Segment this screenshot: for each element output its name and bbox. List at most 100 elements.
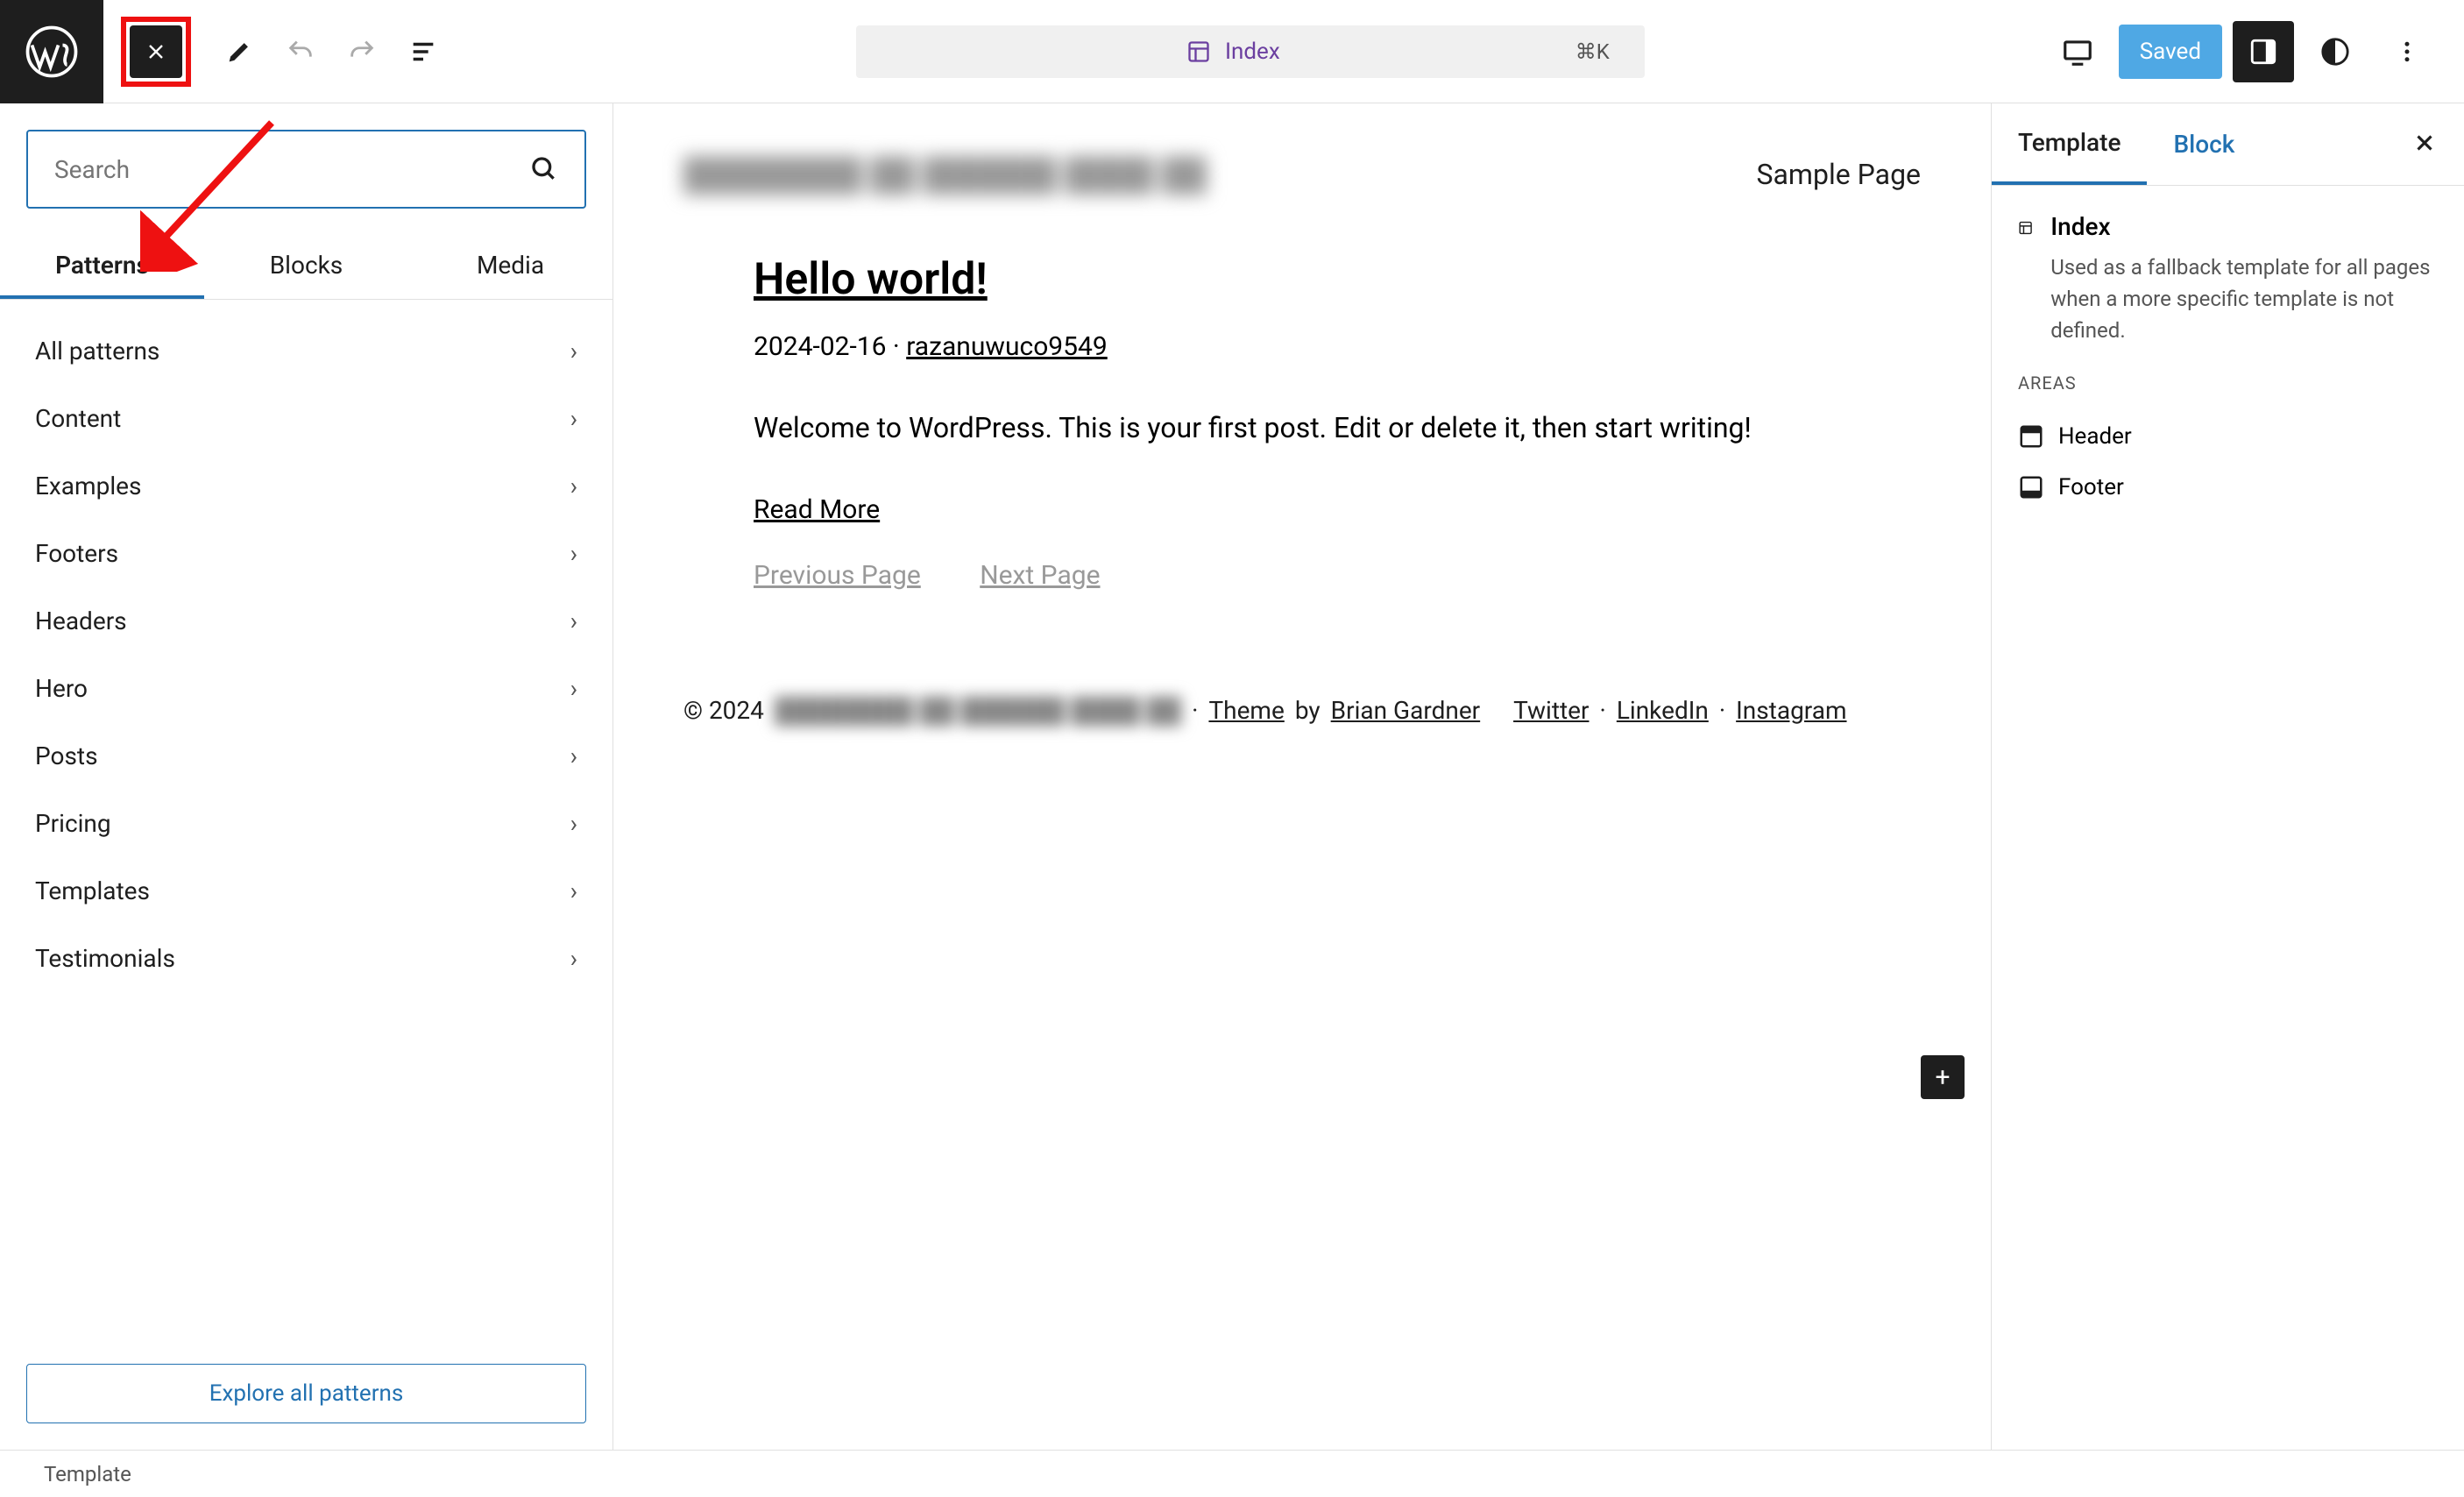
template-name: Index — [2050, 212, 2438, 241]
topbar-center: Index ⌘K — [454, 25, 2047, 78]
site-title-blurred: ████████ ██ ██████ ████ ██ — [683, 156, 1207, 193]
pagination: Previous Page Next Page — [754, 560, 1921, 591]
category-item[interactable]: Posts › — [26, 722, 586, 790]
post-meta: 2024-02-16 · razanuwuco9549 — [754, 331, 1921, 362]
category-label: Testimonials — [35, 944, 175, 973]
wordpress-logo[interactable] — [0, 0, 103, 103]
category-label: Posts — [35, 741, 98, 770]
read-more-link[interactable]: Read More — [754, 494, 880, 525]
canvas-header: ████████ ██ ██████ ████ ██ Sample Page — [683, 156, 1921, 193]
search-input[interactable] — [54, 155, 530, 184]
category-label: Content — [35, 404, 121, 433]
tab-block[interactable]: Block — [2147, 105, 2261, 183]
chevron-right-icon: › — [570, 674, 577, 703]
tab-media[interactable]: Media — [408, 235, 612, 299]
category-label: Pricing — [35, 809, 111, 838]
category-item[interactable]: Footers › — [26, 520, 586, 587]
footer-site-name-blurred: ████████ ██ ██████ ████ ██ — [775, 696, 1181, 725]
category-label: All patterns — [35, 337, 159, 365]
sidebar-tabs: Patterns Blocks Media — [0, 235, 612, 300]
header-icon — [2018, 423, 2044, 450]
chevron-right-icon: › — [570, 472, 577, 500]
area-label: Header — [2058, 423, 2132, 450]
category-item[interactable]: Testimonials › — [26, 925, 586, 992]
breadcrumb[interactable]: Template — [44, 1462, 131, 1486]
chevron-right-icon: › — [570, 539, 577, 568]
search-box[interactable] — [26, 130, 586, 209]
tab-blocks[interactable]: Blocks — [204, 235, 408, 299]
theme-link[interactable]: Theme — [1208, 696, 1284, 725]
command-bar[interactable]: Index ⌘K — [856, 25, 1645, 78]
inserter-sidebar: Patterns Blocks Media All patterns › Cont… — [0, 103, 613, 1450]
topbar: Index ⌘K Saved — [0, 0, 2464, 103]
areas-label: AREAS — [2018, 372, 2438, 394]
list-view-button[interactable] — [393, 25, 454, 78]
category-label: Hero — [35, 674, 88, 703]
social-linkedin[interactable]: LinkedIn — [1617, 696, 1709, 725]
post-title[interactable]: Hello world! — [754, 254, 1921, 305]
area-header[interactable]: Header — [2018, 411, 2438, 462]
social-instagram[interactable]: Instagram — [1736, 696, 1846, 725]
template-description: Used as a fallback template for all page… — [2050, 252, 2438, 346]
chevron-right-icon: › — [570, 607, 577, 635]
inspector-panel: Template Block Index Used as a fallback … — [1991, 103, 2464, 1450]
next-page-link[interactable]: Next Page — [980, 560, 1100, 591]
area-footer[interactable]: Footer — [2018, 462, 2438, 513]
add-block-button[interactable]: + — [1921, 1055, 1965, 1099]
category-item[interactable]: All patterns › — [26, 317, 586, 385]
category-item[interactable]: Pricing › — [26, 790, 586, 857]
settings-panel-toggle[interactable] — [2233, 21, 2294, 82]
area-label: Footer — [2058, 474, 2124, 500]
prev-page-link[interactable]: Previous Page — [754, 560, 921, 591]
command-bar-shortcut: ⌘K — [1575, 39, 1610, 64]
edit-tool-button[interactable] — [209, 25, 270, 78]
topbar-right: Saved — [2047, 21, 2464, 82]
canvas-footer: © 2024 ████████ ██ ██████ ████ ██ · Them… — [683, 696, 1921, 725]
topbar-left — [0, 0, 454, 103]
by-word: by — [1295, 696, 1321, 725]
more-options-button[interactable] — [2376, 25, 2438, 78]
chevron-right-icon: › — [570, 337, 577, 365]
post-date: 2024-02-16 — [754, 331, 886, 362]
category-item[interactable]: Content › — [26, 385, 586, 452]
post-author[interactable]: razanuwuco9549 — [906, 331, 1108, 362]
designer-link[interactable]: Brian Gardner — [1331, 696, 1481, 725]
category-label: Examples — [35, 472, 141, 500]
close-inspector-button[interactable] — [2385, 130, 2464, 160]
styles-button[interactable] — [2305, 25, 2366, 78]
chevron-right-icon: › — [570, 404, 577, 433]
footer-bar: Template — [0, 1450, 2464, 1497]
category-item[interactable]: Templates › — [26, 857, 586, 925]
inspector-tabs: Template Block — [1992, 103, 2464, 186]
inspector-body: Index Used as a fallback template for al… — [1992, 186, 2464, 539]
explore-patterns-button[interactable]: Explore all patterns — [26, 1364, 586, 1423]
view-button[interactable] — [2047, 25, 2108, 78]
chevron-right-icon: › — [570, 809, 577, 838]
close-button-highlight — [121, 17, 191, 87]
category-label: Templates — [35, 876, 150, 905]
footer-sep: · — [1192, 696, 1198, 725]
close-inserter-button[interactable] — [130, 25, 182, 78]
undo-button[interactable] — [270, 25, 331, 78]
main-area: Patterns Blocks Media All patterns › Cont… — [0, 103, 2464, 1450]
chevron-right-icon: › — [570, 876, 577, 905]
tab-patterns[interactable]: Patterns — [0, 235, 204, 299]
chevron-right-icon: › — [570, 944, 577, 973]
post-content[interactable]: Welcome to WordPress. This is your first… — [754, 406, 1788, 451]
category-item[interactable]: Hero › — [26, 655, 586, 722]
saved-button[interactable]: Saved — [2119, 25, 2222, 79]
chevron-right-icon: › — [570, 741, 577, 770]
template-icon — [1186, 39, 1211, 64]
category-item[interactable]: Examples › — [26, 452, 586, 520]
search-icon — [530, 155, 558, 183]
category-item[interactable]: Headers › — [26, 587, 586, 655]
template-icon — [2018, 212, 2033, 244]
nav-link-sample-page[interactable]: Sample Page — [1757, 158, 1921, 191]
category-label: Headers — [35, 607, 127, 635]
redo-button[interactable] — [331, 25, 393, 78]
copyright: © 2024 — [683, 696, 764, 725]
category-label: Footers — [35, 539, 118, 568]
editor-canvas[interactable]: ████████ ██ ██████ ████ ██ Sample Page H… — [613, 103, 1991, 1450]
social-twitter[interactable]: Twitter — [1513, 696, 1589, 725]
tab-template[interactable]: Template — [1992, 103, 2147, 185]
